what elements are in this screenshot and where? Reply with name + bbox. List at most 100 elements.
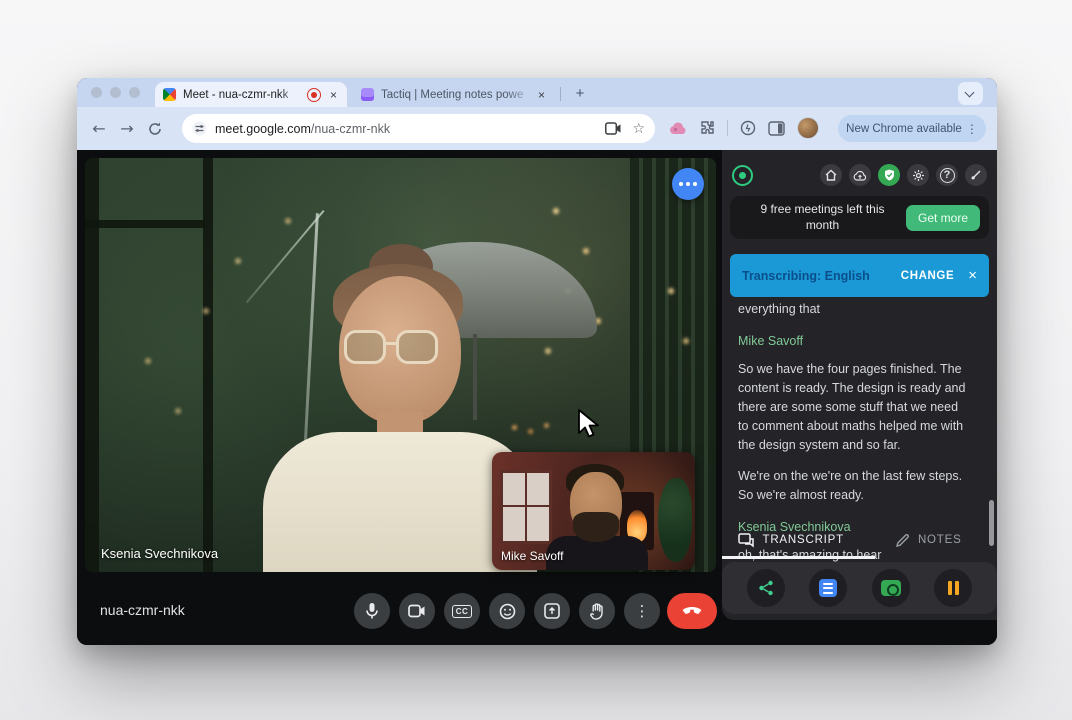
shield-check-icon [884, 169, 895, 181]
toolbar-divider [727, 120, 728, 136]
share-button[interactable] [747, 569, 785, 607]
tactiq-logo-icon [732, 165, 753, 186]
camera-icon [408, 604, 426, 618]
tab-strip: Meet - nua-czmr-nkk × Tactiq | Meeting n… [77, 78, 997, 107]
tactiq-sidebar: ? 9 free meetings left this month Get mo… [722, 150, 997, 620]
more-kebab-icon: ⋮ [635, 602, 650, 620]
window-controls[interactable] [91, 87, 140, 98]
chat-icon [738, 533, 755, 548]
camera-button[interactable] [399, 593, 435, 629]
tactiq-actions [722, 562, 997, 614]
end-call-icon [682, 607, 702, 616]
glasses [344, 330, 386, 364]
gear-icon [912, 169, 925, 182]
site-settings-icon[interactable] [192, 121, 207, 136]
home-button[interactable] [820, 164, 842, 186]
banner-close-icon[interactable]: × [968, 267, 977, 284]
transcribing-status: Transcribing: English [742, 269, 891, 283]
home-icon [825, 169, 837, 181]
captions-icon: CC [452, 605, 473, 618]
pink-extension-icon[interactable] [669, 121, 687, 135]
settings-button[interactable] [907, 164, 929, 186]
present-icon [544, 603, 560, 619]
tab-meet[interactable]: Meet - nua-czmr-nkk × [155, 82, 347, 107]
tab-transcript[interactable]: TRANSCRIPT [722, 524, 860, 556]
captions-button[interactable]: CC [444, 593, 480, 629]
screenshot-button[interactable] [872, 569, 910, 607]
transcript-line: We're on the we're on the last few steps… [738, 467, 971, 505]
chat-bubble-button[interactable] [672, 168, 704, 200]
forward-button[interactable]: → [113, 119, 141, 138]
lighthouse-extension-icon[interactable] [740, 120, 756, 136]
pin-panel-button[interactable] [965, 164, 987, 186]
close-tab-icon[interactable]: × [536, 88, 547, 102]
cloud-upload-button[interactable] [849, 164, 871, 186]
more-options-button[interactable]: ⋮ [624, 593, 660, 629]
meet-page: Ksenia Svechnikova Mike Savoff nua-czmr-… [77, 150, 997, 645]
end-call-button[interactable] [667, 593, 717, 629]
change-language-button[interactable]: CHANGE [901, 270, 954, 282]
browser-window: Meet - nua-czmr-nkk × Tactiq | Meeting n… [77, 78, 997, 645]
help-button[interactable]: ? [936, 164, 958, 186]
tab-tactiq[interactable]: Tactiq | Meeting notes powe × [353, 82, 555, 107]
quota-card: 9 free meetings left this month Get more [730, 196, 989, 239]
privacy-shield-button[interactable] [878, 164, 900, 186]
browser-toolbar: ← → meet.google.com/nua-czmr-nkk ☆ New C… [77, 107, 997, 150]
close-tab-icon[interactable]: × [328, 88, 339, 102]
google-docs-icon [819, 579, 837, 597]
tab-title: Tactiq | Meeting notes powe [381, 89, 536, 101]
reactions-button[interactable] [489, 593, 525, 629]
meet-controls: CC ⋮ [354, 593, 660, 629]
tab-divider [560, 87, 561, 101]
update-menu-kebab-icon[interactable]: ⋮ [966, 122, 978, 136]
zoom-window-button[interactable] [129, 87, 140, 98]
url-text: meet.google.com/nua-czmr-nkk [215, 122, 605, 136]
raise-hand-button[interactable] [579, 593, 615, 629]
pencil-icon [895, 533, 910, 548]
back-button[interactable]: ← [85, 119, 113, 138]
share-icon [758, 580, 774, 596]
extensions-row [669, 117, 819, 139]
pin-icon [970, 169, 982, 181]
mouse-cursor [576, 408, 604, 440]
chevron-down-icon [965, 88, 975, 98]
reload-button[interactable] [147, 121, 163, 137]
quota-text: 9 free meetings left this month [739, 202, 906, 233]
profile-avatar[interactable] [797, 117, 819, 139]
extensions-puzzle-icon[interactable] [699, 120, 715, 136]
chrome-update-button[interactable]: New Chrome available ⋮ [838, 115, 986, 142]
camera-capture-icon[interactable] [605, 122, 622, 135]
recording-indicator-icon [307, 88, 321, 102]
present-button[interactable] [534, 593, 570, 629]
transcript-line: So we have the four pages finished. The … [738, 360, 971, 455]
tab-notes[interactable]: NOTES [860, 524, 998, 556]
sidebar-tabs: TRANSCRIPT NOTES [722, 524, 997, 556]
address-bar[interactable]: meet.google.com/nua-czmr-nkk ☆ [182, 114, 655, 143]
speaker-name: Mike Savoff [738, 332, 971, 351]
emoji-icon [499, 603, 516, 620]
microphone-icon [364, 602, 380, 620]
close-window-button[interactable] [91, 87, 102, 98]
get-more-button[interactable]: Get more [906, 205, 980, 231]
meet-favicon-icon [163, 88, 176, 101]
bookmark-star-icon[interactable]: ☆ [632, 121, 645, 137]
tactiq-favicon-icon [361, 88, 374, 101]
meeting-code-label: nua-czmr-nkk [100, 602, 185, 618]
help-icon: ? [940, 168, 955, 183]
new-tab-button[interactable]: + [569, 83, 591, 105]
participant-name-label: Ksenia Svechnikova [101, 546, 218, 561]
side-panel-icon[interactable] [768, 121, 785, 136]
pause-transcript-button[interactable] [934, 569, 972, 607]
tab-search-chevron-button[interactable] [958, 82, 983, 105]
minimize-window-button[interactable] [110, 87, 121, 98]
pause-icon [948, 581, 959, 595]
pip-video-tile[interactable]: Mike Savoff [492, 452, 695, 570]
tab-title: Meet - nua-czmr-nkk [183, 89, 303, 101]
active-tab-underline [722, 556, 875, 559]
export-docs-button[interactable] [809, 569, 847, 607]
transcript-line: everything that [738, 300, 971, 319]
cloud-upload-icon [853, 170, 867, 181]
hand-icon [590, 603, 605, 620]
screenshot-camera-icon [881, 580, 901, 596]
microphone-button[interactable] [354, 593, 390, 629]
